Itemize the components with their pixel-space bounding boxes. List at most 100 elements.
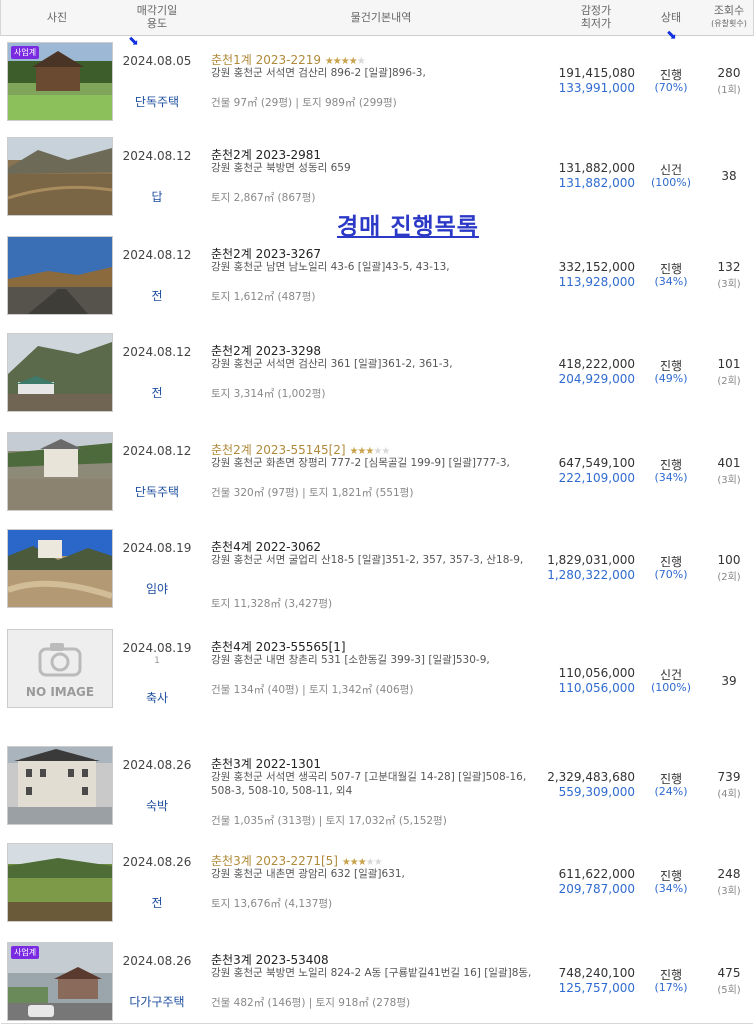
fail-count: (3회) bbox=[717, 475, 741, 486]
minimum-price: 113,928,000 bbox=[558, 275, 635, 289]
property-photo[interactable]: 사업계 bbox=[7, 42, 113, 121]
camera-icon bbox=[38, 642, 82, 676]
auction-date: 2024.08.12 bbox=[122, 444, 192, 458]
fail-count: (1회) bbox=[717, 85, 741, 96]
price-rate: (70%) bbox=[654, 81, 688, 94]
table-row[interactable]: 사업계 2024.08.05 단독주택 춘천1계 2023-2219 ★★★★★ 강원 … bbox=[1, 36, 753, 132]
view-count: 39 bbox=[721, 674, 737, 688]
usage-type: 전 bbox=[151, 289, 163, 303]
property-photo[interactable] bbox=[7, 843, 113, 922]
price-rate: (24%) bbox=[654, 785, 688, 798]
usage-type: 다가구주택 bbox=[129, 995, 185, 1009]
property-photo[interactable]: NO IMAGE bbox=[7, 629, 113, 708]
view-count: 739 bbox=[717, 770, 741, 784]
auction-date: 2024.08.05 bbox=[122, 54, 192, 68]
appraisal-price: 332,152,000 bbox=[558, 260, 635, 274]
price-rate: (49%) bbox=[654, 372, 688, 385]
price-rate: (34%) bbox=[654, 471, 688, 484]
address: 강원 홍천군 서석면 생곡리 507-7 [고분대월길 14-28] [일괄]5… bbox=[211, 771, 527, 797]
auction-list-table: 사진 매각기일 용도 물건기본내역 감정가 최저가 상태 조회수 (유찰횟수) 사업계… bbox=[0, 0, 754, 1024]
price-rate: (17%) bbox=[654, 981, 688, 994]
price-rate: (34%) bbox=[654, 275, 688, 288]
minimum-price: 131,882,000 bbox=[558, 176, 635, 190]
address: 강원 홍천군 남면 남노일리 43-6 [일괄]43-5, 43-13, bbox=[211, 261, 450, 273]
area-info: 토지 1,612㎡ (487평) bbox=[211, 291, 316, 303]
property-photo[interactable] bbox=[7, 746, 113, 825]
appraisal-price: 647,549,100 bbox=[558, 456, 635, 470]
appraisal-price: 191,415,080 bbox=[558, 66, 635, 80]
table-row[interactable]: 2024.08.12 단독주택 춘천2계 2023-55145[2] ★★★★★ 강원… bbox=[1, 426, 753, 524]
address: 강원 홍천군 북방면 노일리 824-2 A동 [구룡밭길41번길 16] [일… bbox=[211, 967, 532, 979]
auction-date: 2024.08.12 bbox=[122, 149, 192, 163]
property-photo[interactable] bbox=[7, 333, 113, 412]
overlay-caption: 경매 진행목록 bbox=[337, 214, 479, 240]
header-price: 감정가 최저가 bbox=[580, 4, 612, 30]
table-row[interactable]: 2024.08.26 전 춘천3계 2023-2271[5] ★★★★★ 강원 홍천군… bbox=[1, 837, 753, 937]
usage-type: 전 bbox=[151, 386, 163, 400]
area-info: 건물 134㎡ (40평) | 토지 1,342㎡ (406평) bbox=[211, 684, 414, 696]
header-photo: 사진 bbox=[46, 11, 68, 24]
address: 강원 홍천군 화촌면 장평리 777-2 [심목골길 199-9] [일괄]77… bbox=[211, 457, 510, 469]
view-count: 280 bbox=[717, 66, 741, 80]
view-count: 475 bbox=[717, 966, 741, 980]
minimum-price: 222,109,000 bbox=[558, 471, 635, 485]
table-row[interactable]: 2024.08.12 전 춘천2계 2023-3298 강원 홍천군 서석면 검산리 … bbox=[1, 327, 753, 427]
appraisal-price: 2,329,483,680 bbox=[547, 770, 635, 784]
address: 강원 홍천군 서석면 검산리 361 [일괄]361-2, 361-3, bbox=[211, 358, 453, 370]
fail-count: (4회) bbox=[717, 789, 741, 800]
view-count: 248 bbox=[717, 867, 741, 881]
view-count: 401 bbox=[717, 456, 741, 470]
appraisal-price: 1,829,031,000 bbox=[547, 553, 635, 567]
minimum-price: 209,787,000 bbox=[558, 882, 635, 896]
property-photo[interactable] bbox=[7, 432, 113, 511]
view-count: 132 bbox=[717, 260, 741, 274]
no-image-placeholder: NO IMAGE bbox=[8, 630, 112, 707]
address: 강원 홍천군 내촌면 광암리 632 [일괄]631, bbox=[211, 868, 405, 880]
fail-count: (3회) bbox=[717, 886, 741, 897]
view-count: 38 bbox=[721, 169, 737, 183]
usage-type: 임야 bbox=[145, 582, 169, 596]
address: 강원 홍천군 서석면 검산리 896-2 [일괄]896-3, bbox=[211, 67, 426, 79]
badge: 사업계 bbox=[11, 946, 40, 959]
table-row[interactable]: 2024.08.12 전 춘천2계 2023-3267 강원 홍천군 남면 남노일리 … bbox=[1, 230, 753, 328]
arrow-icon: ⬊ bbox=[128, 34, 139, 49]
table-row[interactable]: 2024.08.26 숙박 춘천3계 2022-1301 강원 홍천군 서석면 생곡리… bbox=[1, 740, 753, 838]
usage-type: 단독주택 bbox=[134, 95, 180, 109]
area-info: 토지 11,328㎡ (3,427평) bbox=[211, 598, 333, 610]
area-info: 건물 1,035㎡ (313평) | 토지 17,032㎡ (5,152평) bbox=[211, 815, 447, 827]
area-info: 토지 3,314㎡ (1,002평) bbox=[211, 388, 326, 400]
header-date-usage: 매각기일 용도 bbox=[136, 4, 178, 30]
appraisal-price: 131,882,000 bbox=[558, 161, 635, 175]
fail-count: (2회) bbox=[717, 376, 741, 387]
appraisal-price: 418,222,000 bbox=[558, 357, 635, 371]
usage-type: 축사 bbox=[145, 691, 169, 705]
fail-count: (5회) bbox=[717, 985, 741, 996]
area-info: 건물 97㎡ (29평) | 토지 989㎡ (299평) bbox=[211, 97, 397, 109]
area-info: 건물 482㎡ (146평) | 토지 918㎡ (278평) bbox=[211, 997, 411, 1009]
view-count: 101 bbox=[717, 357, 741, 371]
table-row[interactable]: 2024.08.19 임야 춘천4계 2022-3062 강원 홍천군 서면 굴업리 … bbox=[1, 523, 753, 624]
area-info: 건물 320㎡ (97평) | 토지 1,821㎡ (551평) bbox=[211, 487, 414, 499]
address: 강원 홍천군 서면 굴업리 산18-5 [일괄]351-2, 357, 357-… bbox=[211, 554, 524, 566]
area-info: 토지 13,676㎡ (4,137평) bbox=[211, 898, 333, 910]
header-status: 상태 bbox=[660, 11, 682, 24]
usage-type: 숙박 bbox=[145, 799, 169, 813]
price-rate: (70%) bbox=[654, 568, 688, 581]
auction-date: 2024.08.12 bbox=[122, 248, 192, 262]
minimum-price: 1,280,322,000 bbox=[547, 568, 635, 582]
table-row[interactable]: NO IMAGE 2024.08.19 1 축사 춘천4계 2023-55565[1] 강… bbox=[1, 623, 753, 741]
address: 강원 홍천군 북방면 성동리 659 bbox=[211, 162, 351, 174]
property-photo[interactable] bbox=[7, 137, 113, 216]
area-info: 토지 2,867㎡ (867평) bbox=[211, 192, 316, 204]
property-photo[interactable]: 사업계 bbox=[7, 942, 113, 1021]
date-sub: 1 bbox=[154, 656, 160, 666]
appraisal-price: 611,622,000 bbox=[558, 867, 635, 881]
auction-date: 2024.08.19 bbox=[122, 641, 192, 655]
property-photo[interactable] bbox=[7, 236, 113, 315]
header-info: 물건기본내역 bbox=[350, 11, 412, 24]
table-row[interactable]: 사업계 2024.08.26 다가구주택 춘천3계 2023-53408 강원 홍천군 … bbox=[1, 936, 753, 1024]
minimum-price: 133,991,000 bbox=[558, 81, 635, 95]
price-rate: (100%) bbox=[650, 176, 692, 189]
property-photo[interactable] bbox=[7, 529, 113, 608]
header-views: 조회수 (유찰횟수) bbox=[711, 4, 747, 28]
